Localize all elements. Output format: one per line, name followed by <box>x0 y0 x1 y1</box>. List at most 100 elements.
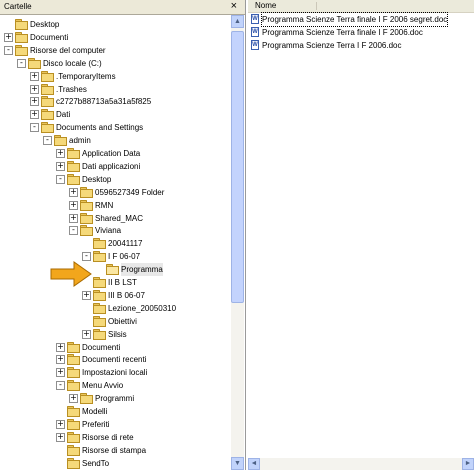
tree-item[interactable]: + Preferiti <box>54 418 228 431</box>
tree-item[interactable]: + Dati applicazioni <box>54 160 228 173</box>
expand-icon[interactable]: + <box>56 419 65 429</box>
tree-item[interactable]: +0596527349 Folder <box>67 186 228 199</box>
expand-icon[interactable]: + <box>30 71 39 81</box>
file-item[interactable]: Programma Scienze Terra finale I F 2006.… <box>251 26 471 39</box>
expand-icon[interactable]: + <box>30 97 39 107</box>
tree-item[interactable]: + Documenti recenti <box>54 353 228 366</box>
recent-docs-icon <box>67 354 80 366</box>
tree-item[interactable]: - Viviana <box>67 224 228 237</box>
tree-item[interactable]: - admin <box>41 134 228 147</box>
expand-icon[interactable]: + <box>82 329 91 339</box>
tree-item-label: Documenti <box>82 342 121 352</box>
tree-item[interactable]: - Disco locale (C:) <box>15 57 228 70</box>
tree-item[interactable]: Obiettivi <box>80 315 228 328</box>
expand-icon[interactable]: + <box>30 84 39 94</box>
tree-item[interactable]: + III B 06-07 <box>80 289 228 302</box>
tree-item-label: Viviana <box>95 226 122 236</box>
expand-icon[interactable]: + <box>56 161 65 171</box>
expand-icon[interactable]: + <box>56 368 65 378</box>
tree-item[interactable]: + Impostazioni locali <box>54 366 228 379</box>
tree-item[interactable]: SendTo <box>54 457 228 470</box>
collapse-icon[interactable]: - <box>56 174 65 184</box>
expand-icon[interactable]: + <box>56 432 65 442</box>
collapse-icon[interactable]: - <box>56 381 65 391</box>
tree-item-label: 0596527349 Folder <box>95 187 165 197</box>
expand-icon[interactable]: + <box>69 187 78 197</box>
tree-item[interactable]: 20041117 <box>80 237 228 250</box>
scroll-down-button[interactable]: ▼ <box>231 457 244 470</box>
tree-item[interactable]: Lezione_20050310 <box>80 302 228 315</box>
tree-item[interactable]: Desktop <box>2 18 228 31</box>
scroll-right-button[interactable]: ► <box>462 458 474 470</box>
tree-item[interactable]: + Application Data <box>54 147 228 160</box>
tree-item-label: admin <box>69 136 91 146</box>
file-item[interactable]: Programma Scienze Terra I F 2006.doc <box>251 39 471 52</box>
folder-icon <box>80 199 93 211</box>
tree-item-label: Obiettivi <box>108 316 137 326</box>
tree-item[interactable]: II B LST <box>80 276 228 289</box>
shared-folder-icon <box>80 212 93 224</box>
tree-item[interactable]: + RMN <box>67 199 228 212</box>
tree-item[interactable]: Programma <box>93 263 228 277</box>
tree-item-label: Risorse del computer <box>30 45 106 55</box>
collapse-icon[interactable]: - <box>4 45 13 55</box>
tree-item[interactable]: + c2727b88713a5a31a5f825 <box>28 95 228 108</box>
tree-item[interactable]: - Documents and Settings <box>28 121 228 134</box>
folder-icon <box>41 96 54 108</box>
tree-item-label: Lezione_20050310 <box>108 303 177 313</box>
tree-item[interactable]: Modelli <box>54 405 228 418</box>
collapse-icon[interactable]: - <box>17 58 26 68</box>
folder-icon <box>41 109 54 121</box>
folder-icon <box>67 160 80 172</box>
tree-item[interactable]: + Silsis <box>80 328 228 341</box>
tree-item[interactable]: + Documenti <box>54 341 228 354</box>
tree-item[interactable]: + Dati <box>28 108 228 121</box>
tree-item[interactable]: - I F 06-07 <box>80 250 228 263</box>
file-name: Programma Scienze Terra finale I F 2006.… <box>262 28 423 37</box>
expand-icon[interactable]: + <box>4 32 13 42</box>
scroll-left-button[interactable]: ◄ <box>248 458 260 470</box>
tree-item[interactable]: - Menu Avvio <box>54 379 228 392</box>
file-list-pane: Nome Programma Scienze Terra finale I F … <box>248 0 474 470</box>
open-folder-icon <box>106 264 119 276</box>
tree-item[interactable]: + Programmi <box>67 392 228 405</box>
tree-item[interactable]: Risorse di stampa <box>54 444 228 457</box>
tree-item[interactable]: + Shared_MAC <box>67 212 228 225</box>
expand-icon[interactable]: + <box>69 200 78 210</box>
folder-tree: Desktop + Documenti - Risorse del computer - D… <box>0 15 231 470</box>
file-item[interactable]: Programma Scienze Terra finale I F 2006 … <box>251 12 471 27</box>
tree-scroll-thumb[interactable] <box>231 31 244 303</box>
tree-item-label: Menu Avvio <box>82 381 124 391</box>
tree-item[interactable]: - Risorse del computer <box>2 44 228 57</box>
expand-icon[interactable]: + <box>30 110 39 120</box>
tree-item-label: 20041117 <box>108 239 143 249</box>
scroll-up-button[interactable]: ▲ <box>231 15 244 28</box>
tree-item-label: Documenti recenti <box>82 355 147 365</box>
folder-icon <box>93 328 106 340</box>
collapse-icon[interactable]: - <box>30 123 39 133</box>
expand-icon[interactable]: + <box>69 394 78 404</box>
folders-pane-header: Cartelle × <box>0 0 245 15</box>
tree-item[interactable]: + .TemporaryItems <box>28 70 228 83</box>
tree-item-label: c2727b88713a5a31a5f825 <box>56 97 152 107</box>
collapse-icon[interactable]: - <box>82 252 91 262</box>
tree-item[interactable]: - Desktop <box>54 173 228 186</box>
file-list-horizontal-scrollbar[interactable]: ◄ ► <box>248 458 474 470</box>
tree-item[interactable]: + Risorse di rete <box>54 431 228 444</box>
folder-icon <box>93 302 106 314</box>
expand-icon[interactable]: + <box>56 149 65 158</box>
expand-icon[interactable]: + <box>82 290 91 300</box>
tree-item-label: SendTo <box>82 458 110 468</box>
column-divider[interactable] <box>316 2 317 10</box>
expand-icon[interactable]: + <box>56 355 65 365</box>
close-folders-pane-button[interactable]: × <box>231 0 237 12</box>
tree-item[interactable]: + .Trashes <box>28 83 228 96</box>
tree-vertical-scrollbar[interactable]: ▲ ▼ <box>231 15 244 470</box>
collapse-icon[interactable]: - <box>69 226 78 236</box>
collapse-icon[interactable]: - <box>43 136 52 146</box>
expand-icon[interactable]: + <box>69 213 78 223</box>
folder-icon <box>80 225 93 237</box>
name-column-header[interactable]: Nome <box>255 1 276 10</box>
expand-icon[interactable]: + <box>56 342 65 352</box>
tree-item[interactable]: + Documenti <box>2 31 228 44</box>
